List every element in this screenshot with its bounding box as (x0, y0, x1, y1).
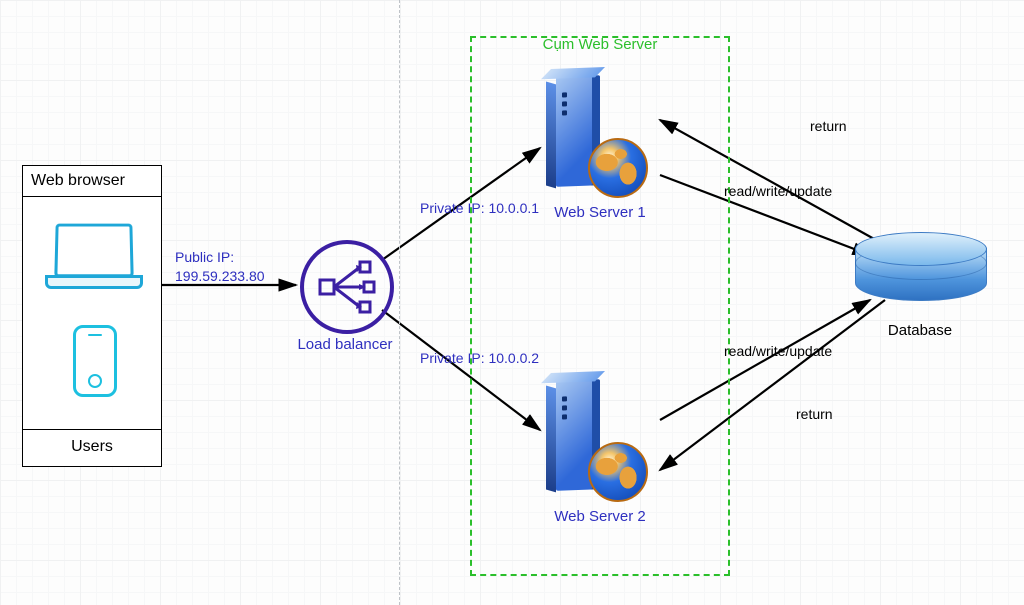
globe-icon-1 (588, 138, 648, 198)
public-ip-label: Public IP: 199.59.233.80 (175, 248, 265, 286)
globe-icon-2 (588, 442, 648, 502)
rw2-label: read/write/update (724, 343, 832, 359)
phone-icon (73, 325, 117, 397)
users-box-header: Web browser (23, 166, 161, 197)
section-divider (399, 0, 400, 605)
load-balancer-icon (300, 240, 394, 334)
load-balancer-label: Load balancer (275, 336, 415, 353)
users-box-footer: Users (23, 429, 161, 464)
users-box: Web browser Users (22, 165, 162, 467)
laptop-icon (55, 223, 133, 289)
web-server-2-label: Web Server 2 (530, 508, 670, 525)
diagram-canvas: Web browser Users Public IP: 199.59.233.… (0, 0, 1024, 605)
ret2-label: return (796, 406, 833, 422)
ret1-label: return (810, 118, 847, 134)
database-label: Database (850, 322, 990, 339)
rw1-label: read/write/update (724, 183, 832, 199)
cluster-title: Cụm Web Server (539, 36, 662, 53)
database-icon (855, 232, 985, 310)
web-server-1-label: Web Server 1 (530, 204, 670, 221)
